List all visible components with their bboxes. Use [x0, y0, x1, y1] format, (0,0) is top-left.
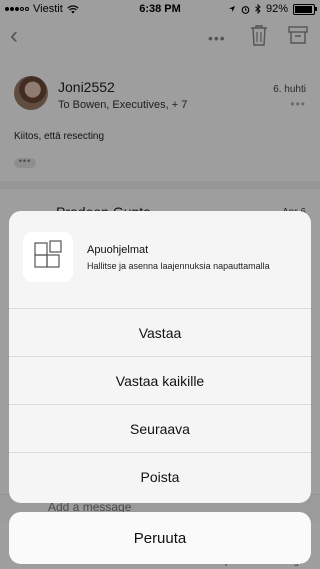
cancel-button[interactable]: Peruuta — [9, 512, 311, 564]
action-sheet: Apuohjelmat Hallitse ja asenna laajennuk… — [9, 211, 311, 503]
addins-row[interactable]: Apuohjelmat Hallitse ja asenna laajennuk… — [9, 211, 311, 308]
forward-option[interactable]: Seuraava — [9, 404, 311, 453]
delete-option[interactable]: Poista — [9, 452, 311, 501]
addins-title: Apuohjelmat — [87, 244, 149, 256]
reply-option[interactable]: Vastaa — [9, 308, 311, 357]
reply-all-option[interactable]: Vastaa kaikille — [9, 356, 311, 405]
addins-subtitle: Hallitse ja asenna laajennuksia napautta… — [87, 261, 270, 271]
addins-icon — [23, 232, 73, 282]
